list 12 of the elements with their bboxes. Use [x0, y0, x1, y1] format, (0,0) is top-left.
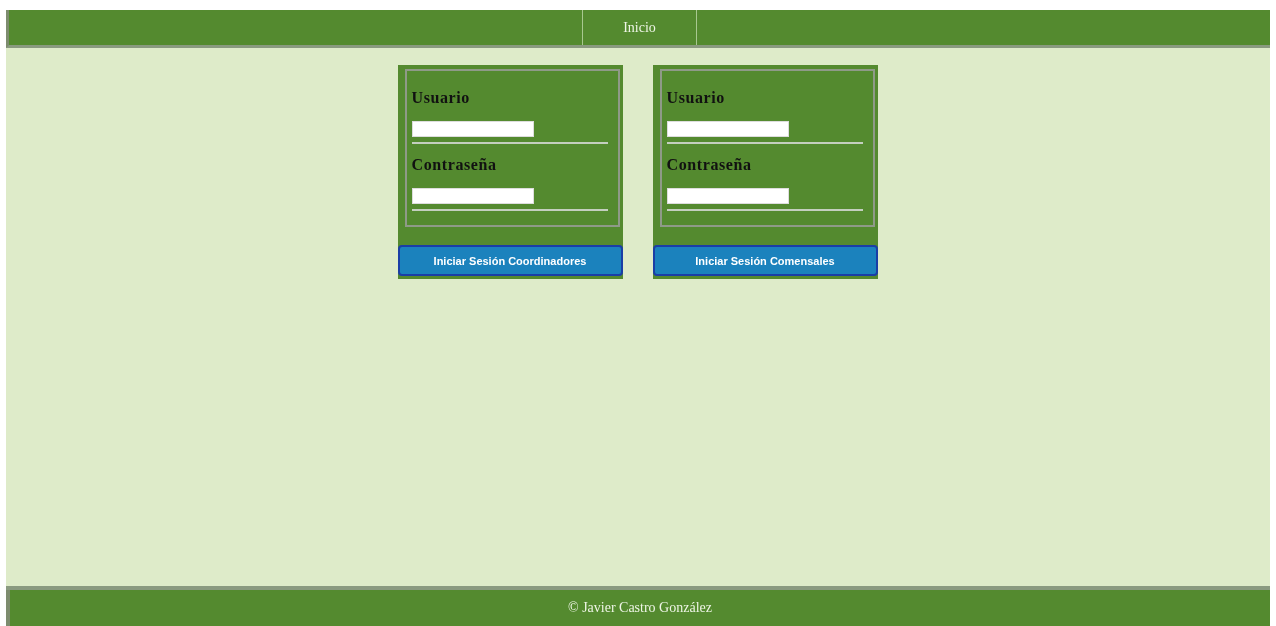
input-field[interactable]: [411, 121, 534, 137]
input-field[interactable]: [411, 188, 534, 204]
nav-link[interactable]: Inicio: [582, 10, 697, 45]
login-button[interactable]: Iniciar Sesión Comensales: [652, 245, 878, 276]
field-label: Usuario: [411, 89, 470, 107]
field-label: Contraseña: [666, 156, 752, 174]
field-label: Usuario: [666, 89, 725, 107]
login-button[interactable]: Iniciar Sesión Coordinadores: [397, 245, 623, 276]
input-field[interactable]: [666, 121, 789, 137]
copyright-text: © Javier Castro González: [568, 600, 712, 616]
input-field[interactable]: [666, 188, 789, 204]
field-label: Contraseña: [411, 156, 497, 174]
